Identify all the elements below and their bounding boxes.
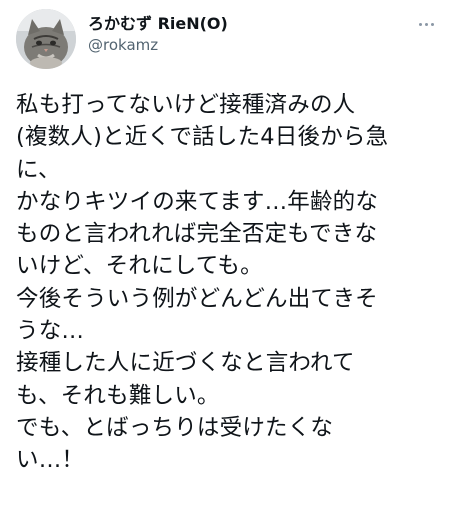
tweet-text: 私も打ってないけど接種済みの人 (複数人)と近くで話した4日後から急 に、 かな… — [16, 89, 446, 477]
tweet-text-line: かなりキツイの来てます…年齢的な — [16, 188, 379, 215]
tweet-text-line: も、それも難しい。 — [16, 382, 220, 409]
tweet-text-line: に、 — [16, 156, 61, 183]
tweet-text-line: うな… — [16, 318, 85, 345]
tweet-text-line: (複数人)と近くで話した4日後から急 — [16, 124, 389, 151]
more-horizontal-icon[interactable] — [413, 14, 439, 34]
user-handle[interactable]: @rokamz — [88, 35, 228, 55]
tweet-text-line: 私も打ってないけど接種済みの人 — [16, 92, 356, 118]
tweet-text-line: でも、とばっちりは受けたくな — [16, 414, 334, 441]
display-name[interactable]: ろかむず RieN(O) — [88, 14, 228, 34]
tweet-card: ろかむず RieN(O) @rokamz 私も打ってないけど接種済みの人 (複数… — [0, 0, 451, 524]
avatar[interactable] — [16, 9, 76, 69]
tweet-text-line: 接種した人に近づくなと言われて — [16, 350, 355, 377]
user-info: ろかむず RieN(O) @rokamz — [88, 14, 228, 55]
cat-avatar-icon — [16, 9, 76, 69]
tweet-text-line: い…！ — [16, 447, 85, 474]
tweet-text-line: 今後そういう例がどんどん出てきそ — [16, 285, 378, 312]
tweet-text-line: ものと言われれば完全否定もできな — [16, 221, 378, 248]
tweet-text-line: いけど、それにしても。 — [16, 253, 263, 280]
